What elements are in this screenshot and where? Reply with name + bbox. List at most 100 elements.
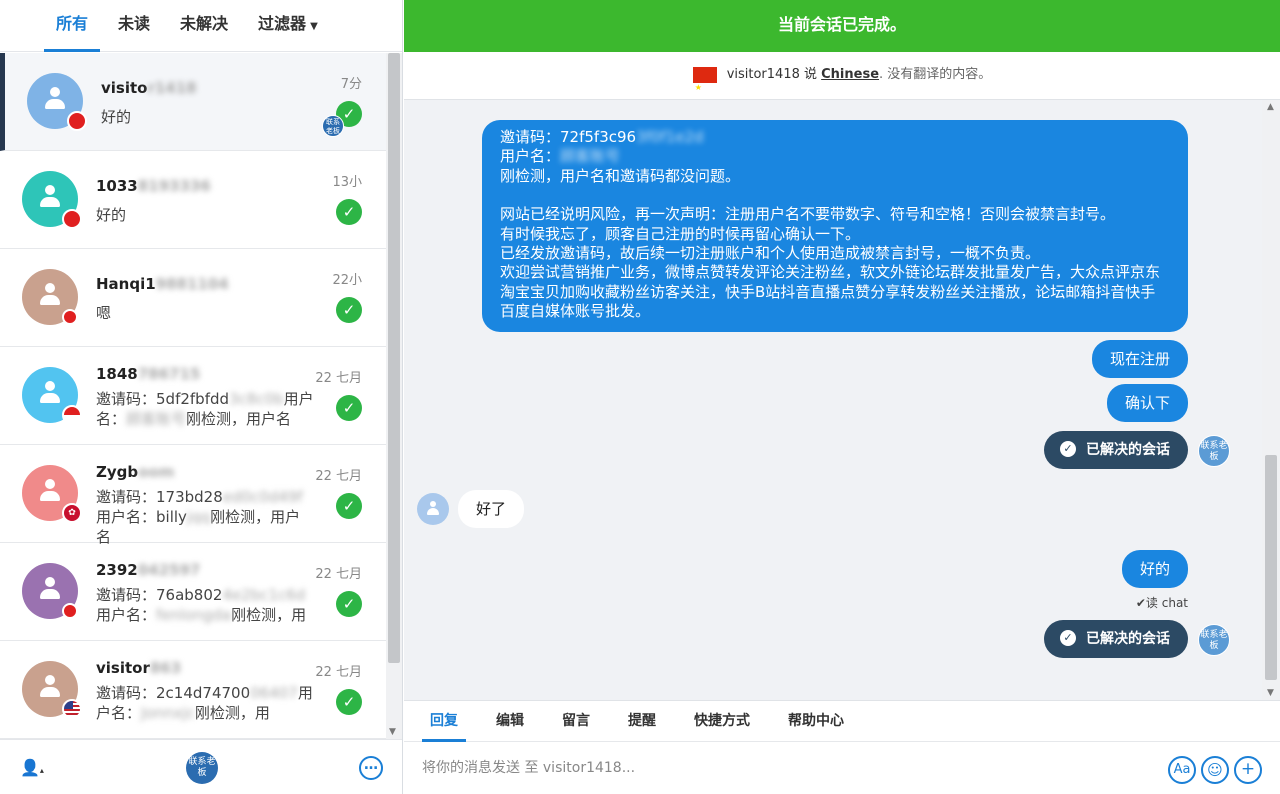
visitor-name-visible: visitor	[96, 659, 150, 677]
snippet-part: 邀请码：2c14d74700	[96, 684, 251, 702]
agent-message-bubble: 邀请码：72f5f3c963f0f1e2d 用户名：顾客账号 刚检测，用户名和邀…	[482, 120, 1188, 332]
flag-icon	[62, 405, 82, 425]
agent-message-bubble: 现在注册	[1091, 340, 1188, 378]
add-attachment-icon[interactable]: +	[1234, 756, 1262, 784]
message-line: 刚检测，用户名和邀请码都没问题。	[500, 166, 741, 185]
translation-note: . 没有翻译的内容。	[879, 67, 992, 82]
tab-reminder[interactable]: 提醒	[620, 701, 664, 742]
flag-icon	[62, 603, 78, 619]
scroll-up-arrow-icon[interactable]: ▲	[1267, 102, 1274, 112]
conversation-item[interactable]: 2392042597 邀请码：76ab8024e2bc1c6d 用户名：fenlo…	[0, 543, 386, 641]
tab-unread[interactable]: 未读	[118, 0, 150, 52]
avatar: ✿	[22, 465, 82, 523]
scroll-down-arrow-icon[interactable]: ▼	[1267, 688, 1274, 698]
conversation-item[interactable]: 10338193336 好的 13小 ✓	[0, 151, 386, 249]
agent-message-bubble: 确认下	[1106, 384, 1188, 422]
last-message: 邀请码：2c14d7470006407用户名：Jonnxjc刚检测，用	[96, 683, 314, 723]
language-link[interactable]: Chinese	[821, 67, 879, 82]
agent-status-icon[interactable]: 👤▴	[20, 758, 44, 777]
snippet-part: 邀请码：76ab802	[96, 586, 223, 604]
translation-bar: visitor1418 说 Chinese. 没有翻译的内容。	[404, 52, 1280, 111]
agent-avatar: 联系老板	[1198, 624, 1230, 656]
conversation-list-panel: 所有 未读 未解决 过滤器 ▼ visitor1418 好的 7分 ✓ 联系老板 …	[0, 0, 403, 794]
agent-avatar[interactable]: 联系老板	[186, 752, 218, 784]
tab-filter[interactable]: 过滤器 ▼	[258, 0, 318, 52]
conversation-filter-tabs: 所有 未读 未解决 过滤器 ▼	[0, 0, 402, 52]
flag-icon: ✿	[62, 503, 82, 523]
assigned-agent-badge: 联系老板	[322, 115, 344, 137]
scrollbar-thumb[interactable]	[388, 53, 400, 663]
conversation-item[interactable]: 1848786715 邀请码：5df2fbfdd3c8c0b用户名：顾客账号刚检…	[0, 347, 386, 445]
snippet-part: 邀请码：5df2fbfdd	[96, 390, 230, 408]
snippet-blurred: 顾客账号	[126, 410, 187, 428]
tab-reply[interactable]: 回复	[422, 701, 466, 742]
visitor-name-blurred: oom	[138, 463, 175, 481]
conversation-status-banner: 当前会话已完成。	[404, 0, 1280, 52]
visitor-name: 2392042597	[96, 561, 200, 579]
text-format-icon[interactable]: Aa	[1168, 756, 1196, 784]
last-message: 邀请码：5df2fbfdd3c8c0b用户名：顾客账号刚检测，用户名	[96, 389, 314, 429]
conversation-item[interactable]: ✿ Zygboom 邀请码：173bd28ed0c0d49f 用户名：billyj…	[0, 445, 386, 546]
snippet-blurred: ed0c0d49f	[222, 488, 303, 506]
composer-tabs: 回复 编辑 留言 提醒 快捷方式 帮助中心	[404, 701, 1280, 742]
message-blurred: 顾客账号	[560, 147, 621, 166]
user-icon	[40, 185, 60, 211]
avatar	[22, 367, 82, 425]
visitor-name-blurred: r1418	[147, 79, 197, 97]
visitor-name-visible: 1848	[96, 365, 138, 383]
avatar	[22, 661, 82, 719]
avatar	[22, 171, 82, 229]
tab-note[interactable]: 留言	[554, 701, 598, 742]
message-line: 用户名：顾客账号	[500, 147, 1170, 166]
snippet-blurred: 06407	[250, 684, 298, 702]
message-thread-scrollbar[interactable]: ▲ ▼	[1262, 100, 1280, 700]
message-line: 邀请码：72f5f3c963f0f1e2d	[500, 128, 1170, 147]
last-message: 好的	[96, 206, 127, 224]
resolved-label: 已解决的会话	[1086, 442, 1170, 458]
visitor-name: 10338193336	[96, 177, 211, 195]
china-flag-icon	[67, 111, 87, 131]
resolved-check-icon: ✓	[336, 493, 362, 519]
resolved-check-icon: ✓	[336, 689, 362, 715]
user-icon	[45, 87, 65, 113]
user-icon	[40, 283, 60, 309]
message-line: 欢迎尝试营销推广业务，微博点赞转发评论关注粉丝，软文外链论坛群发批量发广告，大众…	[500, 263, 1161, 321]
user-icon	[40, 577, 60, 603]
emoji-icon[interactable]: ☺	[1201, 756, 1229, 784]
visitor-name-blurred: 863	[149, 659, 182, 677]
agent-avatar: 联系老板	[1198, 435, 1230, 467]
snippet-part: 邀请码：173bd28	[96, 488, 223, 506]
conversation-list-scrollbar[interactable]: ▼	[386, 53, 402, 739]
last-message-time: 22 七月	[315, 567, 362, 582]
scroll-down-arrow-icon[interactable]: ▼	[389, 727, 396, 737]
avatar	[22, 269, 78, 325]
user-icon	[427, 501, 439, 517]
conversation-item[interactable]: Hanqi19881104 嗯 22小 ✓	[0, 249, 386, 347]
message-input[interactable]	[422, 753, 1122, 783]
message-text: 邀请码：72f5f3c96	[500, 128, 637, 146]
conversation-item[interactable]: visitor863 邀请码：2c14d7470006407用户名：Jonnxj…	[0, 641, 386, 739]
message-composer: 回复 编辑 留言 提醒 快捷方式 帮助中心 Aa ☺ +	[404, 700, 1280, 794]
resolved-check-icon: ✓	[336, 395, 362, 421]
user-icon	[40, 675, 60, 701]
conversation-item[interactable]: visitor1418 好的 7分 ✓ 联系老板	[0, 53, 386, 151]
tab-edit[interactable]: 编辑	[488, 701, 532, 742]
snippet-blurred: 3c8c0b	[229, 390, 284, 408]
tab-all[interactable]: 所有	[43, 0, 101, 52]
more-options-icon[interactable]: …	[359, 756, 383, 780]
scrollbar-thumb[interactable]	[1265, 455, 1277, 680]
message-text: 用户名：	[500, 147, 561, 166]
tab-unresolved[interactable]: 未解决	[180, 0, 228, 52]
message-thread: 邀请码：72f5f3c963f0f1e2d 用户名：顾客账号 刚检测，用户名和邀…	[404, 100, 1262, 700]
caret-down-icon: ▼	[310, 20, 318, 32]
check-circle-icon: ✓	[1060, 441, 1076, 457]
avatar	[22, 563, 78, 619]
message-line: 有时候我忘了，顾客自己注册的时候再留心确认一下。	[500, 224, 861, 243]
us-flag-icon	[62, 699, 82, 719]
tab-shortcuts[interactable]: 快捷方式	[686, 701, 758, 742]
visitor-name-visible: Hanqi1	[96, 275, 156, 293]
tab-help-center[interactable]: 帮助中心	[780, 701, 852, 742]
snippet-blurred: Jonnxjc	[141, 704, 195, 722]
visitor-name-blurred: 9881104	[155, 275, 229, 293]
visitor-message-bubble: 好了	[458, 490, 525, 528]
